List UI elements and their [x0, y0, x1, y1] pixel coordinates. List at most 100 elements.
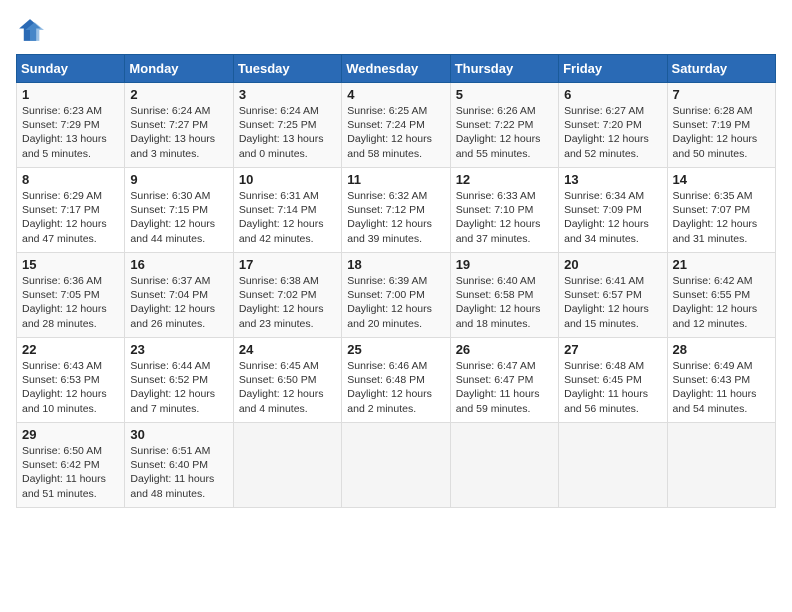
cell-line: Sunset: 7:25 PM — [239, 118, 336, 132]
day-number: 24 — [239, 342, 336, 357]
cell-line: and 48 minutes. — [130, 487, 227, 501]
day-number: 23 — [130, 342, 227, 357]
day-number: 13 — [564, 172, 661, 187]
calendar-cell: 6Sunrise: 6:27 AMSunset: 7:20 PMDaylight… — [559, 83, 667, 168]
calendar-cell: 27Sunrise: 6:48 AMSunset: 6:45 PMDayligh… — [559, 338, 667, 423]
cell-line: Daylight: 12 hours — [239, 387, 336, 401]
cell-line: Daylight: 12 hours — [564, 302, 661, 316]
cell-line: Sunrise: 6:47 AM — [456, 359, 553, 373]
cell-line: Daylight: 12 hours — [456, 302, 553, 316]
cell-line: Sunset: 6:48 PM — [347, 373, 444, 387]
calendar-cell — [342, 423, 450, 508]
cell-line: Daylight: 12 hours — [239, 217, 336, 231]
cell-line: and 42 minutes. — [239, 232, 336, 246]
cell-line: and 26 minutes. — [130, 317, 227, 331]
day-number: 10 — [239, 172, 336, 187]
calendar-cell: 28Sunrise: 6:49 AMSunset: 6:43 PMDayligh… — [667, 338, 775, 423]
calendar-header-friday: Friday — [559, 55, 667, 83]
cell-line: Sunset: 7:22 PM — [456, 118, 553, 132]
day-number: 25 — [347, 342, 444, 357]
calendar-cell: 8Sunrise: 6:29 AMSunset: 7:17 PMDaylight… — [17, 168, 125, 253]
day-number: 2 — [130, 87, 227, 102]
cell-line: Daylight: 12 hours — [22, 387, 119, 401]
cell-line: and 55 minutes. — [456, 147, 553, 161]
cell-line: and 28 minutes. — [22, 317, 119, 331]
calendar-header-monday: Monday — [125, 55, 233, 83]
cell-line: Daylight: 12 hours — [456, 132, 553, 146]
day-number: 22 — [22, 342, 119, 357]
cell-line: Daylight: 11 hours — [564, 387, 661, 401]
cell-line: Daylight: 12 hours — [347, 132, 444, 146]
calendar-cell: 16Sunrise: 6:37 AMSunset: 7:04 PMDayligh… — [125, 253, 233, 338]
cell-line: Daylight: 11 hours — [673, 387, 770, 401]
day-number: 9 — [130, 172, 227, 187]
day-number: 11 — [347, 172, 444, 187]
cell-line: and 59 minutes. — [456, 402, 553, 416]
cell-line: and 3 minutes. — [130, 147, 227, 161]
day-number: 21 — [673, 257, 770, 272]
logo — [16, 16, 48, 44]
logo-icon — [16, 16, 44, 44]
cell-line: Sunset: 6:55 PM — [673, 288, 770, 302]
calendar-cell: 22Sunrise: 6:43 AMSunset: 6:53 PMDayligh… — [17, 338, 125, 423]
cell-line: and 37 minutes. — [456, 232, 553, 246]
calendar-cell: 9Sunrise: 6:30 AMSunset: 7:15 PMDaylight… — [125, 168, 233, 253]
cell-line: Sunrise: 6:42 AM — [673, 274, 770, 288]
day-number: 14 — [673, 172, 770, 187]
cell-line: Daylight: 11 hours — [456, 387, 553, 401]
calendar-cell: 20Sunrise: 6:41 AMSunset: 6:57 PMDayligh… — [559, 253, 667, 338]
cell-line: Daylight: 12 hours — [456, 217, 553, 231]
cell-line: and 4 minutes. — [239, 402, 336, 416]
cell-line: Sunset: 6:45 PM — [564, 373, 661, 387]
cell-line: Daylight: 12 hours — [347, 302, 444, 316]
cell-line: Sunset: 6:50 PM — [239, 373, 336, 387]
calendar-cell: 26Sunrise: 6:47 AMSunset: 6:47 PMDayligh… — [450, 338, 558, 423]
cell-line: Sunrise: 6:31 AM — [239, 189, 336, 203]
cell-line: Sunrise: 6:34 AM — [564, 189, 661, 203]
cell-line: Sunset: 6:58 PM — [456, 288, 553, 302]
cell-line: Sunset: 7:27 PM — [130, 118, 227, 132]
cell-line: Sunset: 6:52 PM — [130, 373, 227, 387]
calendar-cell: 18Sunrise: 6:39 AMSunset: 7:00 PMDayligh… — [342, 253, 450, 338]
calendar-table: SundayMondayTuesdayWednesdayThursdayFrid… — [16, 54, 776, 508]
cell-line: Sunrise: 6:36 AM — [22, 274, 119, 288]
day-number: 5 — [456, 87, 553, 102]
cell-line: Sunrise: 6:51 AM — [130, 444, 227, 458]
cell-line: and 10 minutes. — [22, 402, 119, 416]
cell-line: and 2 minutes. — [347, 402, 444, 416]
calendar-cell: 5Sunrise: 6:26 AMSunset: 7:22 PMDaylight… — [450, 83, 558, 168]
calendar-cell: 2Sunrise: 6:24 AMSunset: 7:27 PMDaylight… — [125, 83, 233, 168]
cell-line: Sunrise: 6:27 AM — [564, 104, 661, 118]
cell-line: Daylight: 12 hours — [564, 132, 661, 146]
calendar-cell: 29Sunrise: 6:50 AMSunset: 6:42 PMDayligh… — [17, 423, 125, 508]
cell-line: Sunrise: 6:33 AM — [456, 189, 553, 203]
cell-line: Sunrise: 6:41 AM — [564, 274, 661, 288]
cell-line: Sunset: 7:20 PM — [564, 118, 661, 132]
calendar-cell — [559, 423, 667, 508]
cell-line: Sunrise: 6:38 AM — [239, 274, 336, 288]
cell-line: Sunrise: 6:23 AM — [22, 104, 119, 118]
cell-line: Sunset: 7:12 PM — [347, 203, 444, 217]
cell-line: Sunset: 7:04 PM — [130, 288, 227, 302]
day-number: 3 — [239, 87, 336, 102]
day-number: 8 — [22, 172, 119, 187]
cell-line: Sunrise: 6:40 AM — [456, 274, 553, 288]
calendar-cell: 23Sunrise: 6:44 AMSunset: 6:52 PMDayligh… — [125, 338, 233, 423]
day-number: 15 — [22, 257, 119, 272]
cell-line: Sunrise: 6:39 AM — [347, 274, 444, 288]
cell-line: Daylight: 11 hours — [130, 472, 227, 486]
cell-line: Sunrise: 6:43 AM — [22, 359, 119, 373]
calendar-cell: 19 Sunrise: 6:40 AMSunset: 6:58 PMDayligh… — [450, 253, 558, 338]
cell-line: Daylight: 12 hours — [130, 387, 227, 401]
day-number: 19 — [456, 257, 553, 272]
cell-line: and 0 minutes. — [239, 147, 336, 161]
cell-line: and 50 minutes. — [673, 147, 770, 161]
calendar-header-thursday: Thursday — [450, 55, 558, 83]
cell-line: and 7 minutes. — [130, 402, 227, 416]
calendar-cell: 3Sunrise: 6:24 AMSunset: 7:25 PMDaylight… — [233, 83, 341, 168]
cell-line: Sunrise: 6:29 AM — [22, 189, 119, 203]
cell-line: Daylight: 12 hours — [673, 217, 770, 231]
cell-line: Daylight: 12 hours — [22, 302, 119, 316]
cell-line: Sunset: 7:07 PM — [673, 203, 770, 217]
calendar-week-row: 22Sunrise: 6:43 AMSunset: 6:53 PMDayligh… — [17, 338, 776, 423]
